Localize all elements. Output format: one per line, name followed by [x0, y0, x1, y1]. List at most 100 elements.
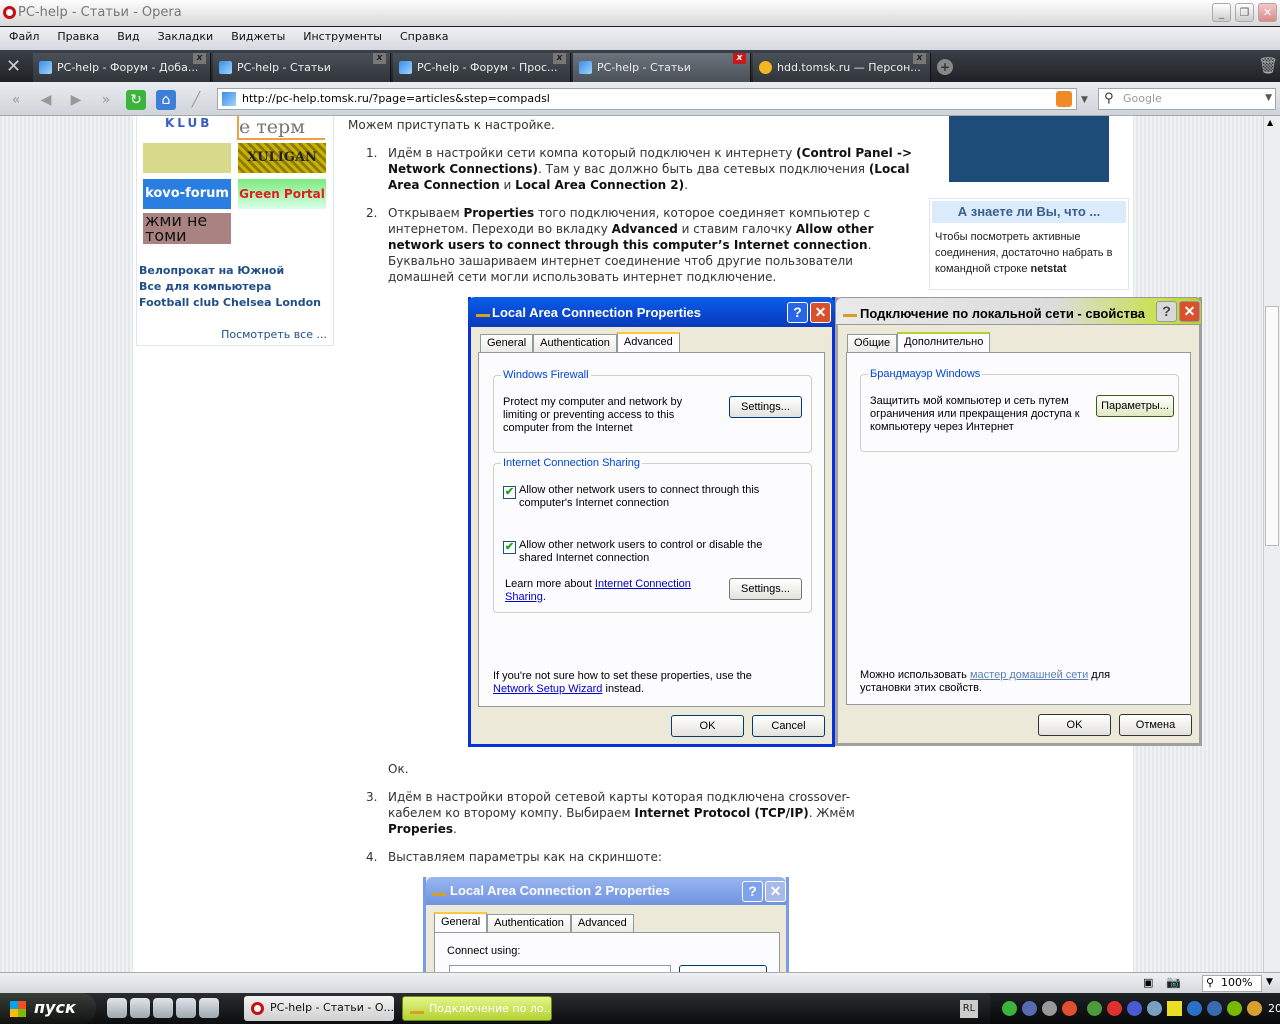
trash-icon[interactable]: 🗑 — [1258, 56, 1278, 75]
ics-settings-button[interactable]: Settings... — [729, 578, 802, 600]
banner-cartoon[interactable] — [143, 143, 231, 173]
ie-quicklaunch-icon[interactable] — [107, 998, 127, 1018]
close-button[interactable]: ✕ — [810, 302, 831, 323]
menu-file[interactable]: Файл — [0, 27, 48, 43]
tab-forum-add[interactable]: PC-help - Форум - Доба... x — [33, 53, 211, 82]
tab-close-icon[interactable]: x — [553, 53, 566, 64]
firewall-settings-button[interactable]: Settings... — [729, 396, 802, 418]
tab-articles[interactable]: PC-help - Статьи x — [213, 53, 391, 82]
sidebar-link[interactable]: Велопрокат на Южной — [139, 264, 284, 277]
show-desktop-icon[interactable] — [153, 998, 173, 1018]
menu-tools[interactable]: Инструменты — [294, 27, 391, 43]
ok-button[interactable]: OK — [671, 715, 744, 737]
turbo-icon[interactable]: ▣ — [1143, 976, 1153, 989]
language-indicator[interactable]: RL — [960, 1000, 978, 1018]
tab-articles-active[interactable]: PC-help - Статьи x — [573, 53, 751, 82]
reload-icon[interactable]: ↻ — [126, 90, 146, 110]
network-tray-icon[interactable] — [1147, 1001, 1162, 1016]
menu-view[interactable]: Вид — [108, 27, 148, 43]
opera-quicklaunch-icon[interactable] — [199, 998, 219, 1018]
scroll-up-icon[interactable]: ▲ — [1267, 118, 1273, 127]
new-tab-button[interactable]: + — [937, 59, 953, 75]
address-input[interactable]: http://pc-help.tomsk.ru/?page=articles&s… — [217, 88, 1077, 110]
zoom-dropdown-icon[interactable]: ▼ — [1266, 977, 1273, 987]
allow-connect-checkbox[interactable]: ✔ — [503, 486, 516, 499]
menu-bookmarks[interactable]: Закладки — [149, 27, 223, 43]
info-icon[interactable] — [1187, 1001, 1202, 1016]
banner-zhmi[interactable]: жми не томи — [143, 213, 231, 244]
tray-app-icon[interactable] — [1042, 1001, 1057, 1016]
home-icon[interactable]: ⌂ — [156, 90, 176, 110]
scrollbar-thumb[interactable] — [1265, 306, 1279, 546]
search-input[interactable]: ⚲ Google ▼ — [1098, 88, 1276, 110]
close-button[interactable]: ✕ — [1258, 3, 1277, 22]
vertical-scrollbar[interactable]: ▲ — [1263, 116, 1280, 972]
help-button[interactable]: ? — [1156, 301, 1177, 322]
banner-term[interactable]: e терм — [237, 116, 325, 140]
sidebar-link[interactable]: Все для компьютера — [139, 280, 271, 293]
network-setup-wizard-link[interactable]: Network Setup Wizard — [493, 683, 602, 695]
tab-advanced[interactable]: Дополнительно — [897, 332, 991, 352]
fast-forward-icon[interactable]: » — [96, 90, 116, 110]
cancel-button[interactable]: Отмена — [1119, 714, 1192, 736]
cancel-button[interactable]: Cancel — [752, 715, 825, 737]
back-icon[interactable]: ◀ — [36, 90, 56, 110]
menu-widgets[interactable]: Виджеты — [222, 27, 294, 43]
home-network-wizard-link[interactable]: мастер домашней сети — [970, 669, 1088, 681]
close-button[interactable]: ✕ — [1179, 301, 1200, 322]
nvidia-icon[interactable] — [1227, 1001, 1242, 1016]
taskbar-item-lan[interactable]: Подключение по ло... — [402, 996, 552, 1021]
edit-icon[interactable]: ╱ — [186, 90, 206, 110]
allow-connect-label[interactable]: Allow other network users to connect thr… — [519, 484, 779, 510]
tools-icon[interactable]: ✕ — [6, 56, 21, 77]
sidebar-link[interactable]: Football club Chelsea London — [139, 296, 321, 309]
see-all-link[interactable]: Посмотреть все ... — [221, 328, 327, 341]
banner-kovo-forum[interactable]: kovo-forum — [143, 179, 231, 209]
volume-icon[interactable] — [1062, 1001, 1077, 1016]
tray-app-icon[interactable] — [1127, 1001, 1142, 1016]
utorrent-icon[interactable] — [1002, 1001, 1017, 1016]
tab-close-icon[interactable]: x — [373, 53, 386, 64]
wireless-icon[interactable] — [1167, 1001, 1182, 1016]
tab-advanced[interactable]: Advanced — [616, 332, 680, 352]
banner-xuligan[interactable]: XULIGAN — [238, 143, 326, 173]
zoom-control[interactable]: ⚲ 100% — [1202, 975, 1262, 992]
outlook-quicklaunch-icon[interactable] — [130, 998, 150, 1018]
help-button[interactable]: ? — [787, 302, 808, 323]
taskbar-item-opera[interactable]: PC-help - Статьи - О... — [244, 996, 394, 1021]
search-dropdown-icon[interactable]: ▼ — [1265, 93, 1272, 103]
media-player-icon[interactable] — [176, 998, 196, 1018]
minimize-button[interactable]: _ — [1212, 3, 1231, 22]
ok-button[interactable]: OK — [1038, 714, 1111, 736]
camera-icon[interactable]: 📷 — [1166, 975, 1181, 989]
chat-klub-banner[interactable]: KLUB — [145, 116, 233, 138]
menu-help[interactable]: Справка — [391, 27, 457, 43]
forward-icon[interactable]: ▶ — [66, 90, 86, 110]
allow-control-label[interactable]: Allow other network users to control or … — [519, 539, 779, 565]
allow-control-checkbox[interactable]: ✔ — [503, 541, 516, 554]
firewall-settings-button[interactable]: Параметры... — [1096, 395, 1174, 417]
tab-hdd[interactable]: hdd.tomsk.ru — Персон... x — [753, 53, 931, 82]
tab-close-icon[interactable]: x — [193, 53, 206, 64]
tab-general[interactable]: General — [480, 334, 534, 352]
address-dropdown-icon[interactable]: ▼ — [1081, 95, 1088, 105]
tab-close-icon[interactable]: x — [733, 53, 746, 64]
tray-app-icon[interactable] — [1207, 1001, 1222, 1016]
start-button[interactable]: пуск — [0, 993, 96, 1024]
tab-general[interactable]: Общие — [847, 334, 898, 352]
restore-button[interactable]: ❐ — [1235, 3, 1254, 22]
menu-edit[interactable]: Правка — [48, 27, 108, 43]
tray-app-icon[interactable] — [1107, 1001, 1122, 1016]
tray-app-icon[interactable] — [1087, 1001, 1102, 1016]
tab-authentication[interactable]: Authentication — [533, 334, 617, 352]
dialog2-titlebar[interactable]: Подключение по локальной сети - свойства — [835, 297, 1202, 325]
tray-app-icon[interactable] — [1022, 1001, 1037, 1016]
tab-close-icon[interactable]: x — [913, 53, 926, 64]
tray-app-icon[interactable] — [1247, 1001, 1262, 1016]
banner-green-portal[interactable]: Green Portal — [238, 179, 326, 209]
tab-forum-view[interactable]: PC-help - Форум - Прос... x — [393, 53, 571, 82]
rss-feed-icon[interactable] — [1056, 91, 1072, 107]
ad-banner[interactable] — [949, 116, 1109, 182]
rewind-icon[interactable]: « — [6, 90, 26, 110]
dialog1-titlebar[interactable]: Local Area Connection Properties — [468, 297, 835, 327]
